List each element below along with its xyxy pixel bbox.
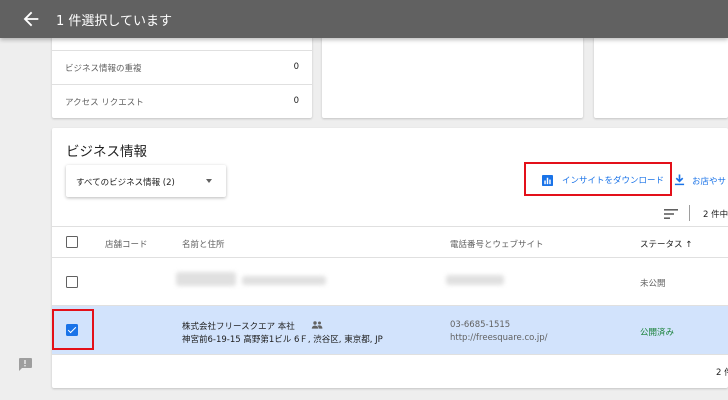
selection-title: 1 件選択しています <box>56 14 173 29</box>
row-checkbox[interactable] <box>66 276 78 288</box>
checkbox-highlight <box>52 309 94 350</box>
footer-count: 2 件 <box>716 368 728 378</box>
header-phone-website[interactable]: 電話番号とウェブサイト <box>450 238 544 250</box>
download-insights-button[interactable]: インサイトをダウンロード <box>524 162 672 196</box>
people-icon <box>311 321 323 329</box>
section-title: ビジネス情報 <box>66 144 147 160</box>
add-location-label: お店やサ <box>692 177 727 187</box>
add-location-button[interactable]: お店やサ <box>674 174 728 188</box>
business-name: 株式会社フリースクエア 本社 <box>182 322 295 332</box>
header-name-address[interactable]: 名前と住所 <box>182 238 225 250</box>
business-phone: 03-6685-1515 <box>450 320 511 330</box>
stat-row-access-requests[interactable]: アクセス リクエスト 0 <box>52 85 312 119</box>
download-icon <box>674 174 685 186</box>
pagination-count: 2 件中 <box>703 210 728 220</box>
bar-chart-icon <box>542 175 553 186</box>
business-website[interactable]: http://freesquare.co.jp/ <box>450 333 548 343</box>
stat-row-duplicates[interactable]: ビジネス情報の重複 0 <box>52 51 312 85</box>
header-store-code[interactable]: 店舗コード <box>105 238 148 250</box>
table-row[interactable]: 未公開 <box>52 258 728 306</box>
arrow-back-icon[interactable] <box>20 8 42 30</box>
download-insights-label: インサイトをダウンロード <box>562 176 665 186</box>
caret-down-icon <box>206 179 212 183</box>
stat-value: 0 <box>293 62 299 72</box>
stat-label: ビジネス情報の重複 <box>65 64 142 74</box>
business-address: 神宮前6-19-15 高野第1ビル 6Ｆ, 渋谷区, 東京都, JP <box>182 335 383 345</box>
dropdown-label: すべてのビジネス情報 (2) <box>76 178 175 188</box>
location-filter-dropdown[interactable]: すべてのビジネス情報 (2) <box>66 165 226 197</box>
stat-value: 0 <box>293 96 299 106</box>
app-bar: 1 件選択しています <box>0 0 728 38</box>
redacted-name <box>176 272 236 286</box>
status-badge: 公開済み <box>640 328 675 338</box>
header-status[interactable]: ステータス ↑ <box>640 238 692 250</box>
stat-label: アクセス リクエスト <box>65 98 144 108</box>
select-all-checkbox[interactable] <box>66 236 78 248</box>
table-header: 店舗コード 名前と住所 電話番号とウェブサイト ステータス ↑ <box>52 226 728 258</box>
toolbar-divider <box>689 205 690 221</box>
redacted-address <box>242 276 326 285</box>
feedback-icon[interactable] <box>18 358 32 371</box>
table-row[interactable]: 株式会社フリースクエア 本社 神宮前6-19-15 高野第1ビル 6Ｆ, 渋谷区… <box>52 306 728 355</box>
locations-card: ビジネス情報 すべてのビジネス情報 (2) インサイトをダウンロード お店やサ … <box>52 128 728 388</box>
redacted-phone <box>446 275 504 285</box>
status-badge: 未公開 <box>640 279 666 289</box>
sort-icon[interactable] <box>664 209 678 219</box>
